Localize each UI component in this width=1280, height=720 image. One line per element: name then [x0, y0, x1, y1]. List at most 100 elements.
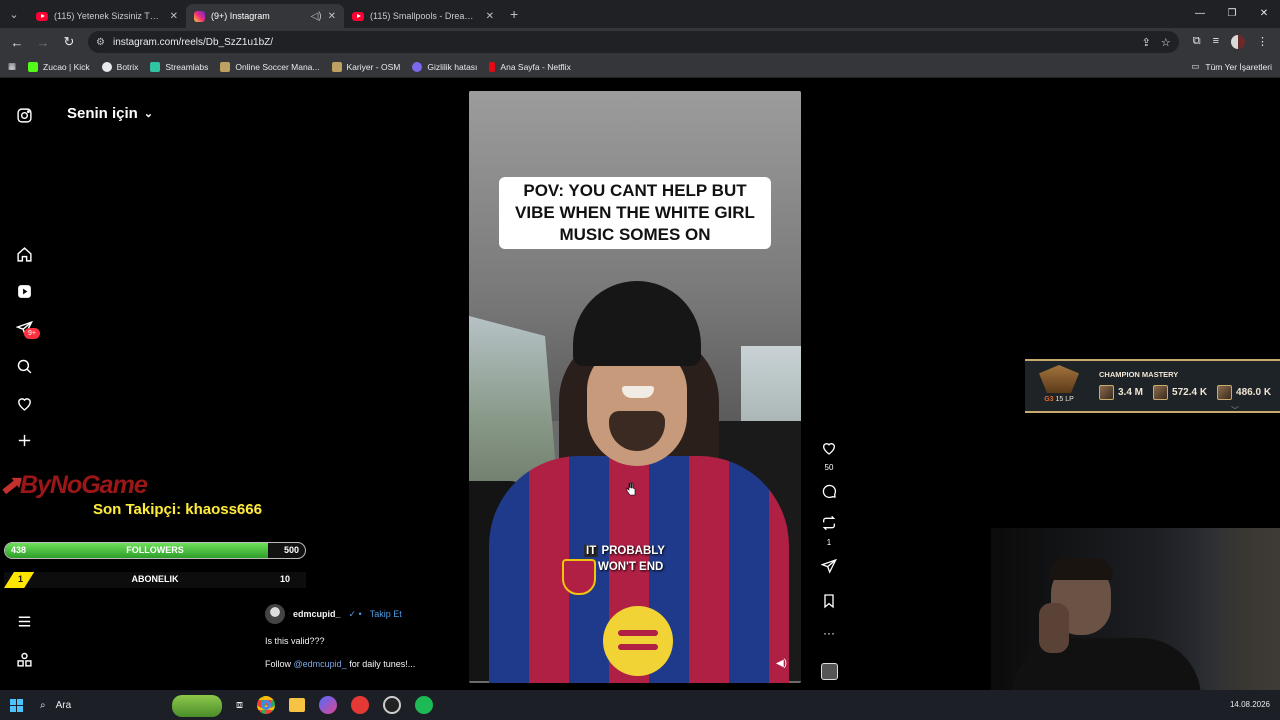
tab-label: (9+) Instagram: [211, 11, 270, 21]
clock-date: 14.08.2026: [1229, 700, 1270, 709]
send-icon: [820, 558, 837, 574]
rank-emblem: G3 15 LP: [1033, 365, 1085, 409]
author-name[interactable]: edmcupid_: [293, 609, 341, 619]
close-tab-icon[interactable]: ✕: [486, 11, 494, 22]
bynogame-brand: ByNoGame: [19, 471, 148, 499]
video-caption: POV: YOU CANT HELP BUT VIBE WHEN THE WHI…: [499, 177, 771, 249]
search-icon[interactable]: [14, 356, 34, 376]
bookmark-label: Zucao | Kick: [43, 61, 90, 72]
more-options-icon[interactable]: ···: [815, 626, 843, 640]
tab-label: (115) Smallpools - Dreaming (O: [370, 11, 480, 21]
feed-selector[interactable]: Senin için ⌄: [67, 105, 153, 122]
media-controls-icon[interactable]: ≡: [1213, 35, 1219, 49]
bookmark-item[interactable]: Online Soccer Mana...: [220, 61, 320, 72]
rank-tier: G3: [1044, 396, 1054, 403]
more-menu-icon[interactable]: [14, 611, 34, 631]
tab-label: (115) Yetenek Sizsiniz Türkiye'ni: [54, 11, 164, 21]
caption-mention-link[interactable]: @edmcupid_: [294, 659, 347, 669]
create-plus-icon[interactable]: [14, 430, 34, 450]
volume-icon[interactable]: ◀): [776, 658, 787, 669]
instagram-logo-icon[interactable]: [14, 105, 34, 125]
windows-taskbar: ⌕ Ara ⧈ 14.08.2026: [0, 690, 1280, 720]
mastery-points: 486.0 K: [1236, 387, 1272, 398]
instagram-icon: [194, 10, 205, 22]
bookmark-item[interactable]: Kariyer - OSM: [331, 61, 400, 72]
menu-dots-icon[interactable]: ⋮: [1257, 35, 1268, 49]
share-button[interactable]: [815, 558, 843, 579]
netflix-icon: [489, 61, 496, 72]
profile-avatar[interactable]: [1231, 35, 1245, 49]
repost-button[interactable]: 1: [815, 515, 843, 547]
forward-arrow-icon[interactable]: →: [32, 31, 54, 53]
close-tab-icon[interactable]: ✕: [170, 11, 178, 22]
repost-count: 1: [826, 538, 832, 547]
red-app-icon[interactable]: [351, 696, 369, 714]
heart-icon: [822, 443, 836, 455]
tab-search-button[interactable]: ⌄: [0, 0, 28, 28]
bookmark-item[interactable]: Streamlabs: [150, 61, 208, 72]
mastery-points: 572.4 K: [1172, 387, 1208, 398]
spotify-icon[interactable]: [415, 696, 433, 714]
back-arrow-icon[interactable]: ←: [6, 31, 28, 53]
notifications-heart-icon[interactable]: [14, 393, 34, 413]
like-button[interactable]: 50: [815, 440, 843, 472]
mastery-entry: 3.4 M: [1099, 385, 1143, 400]
start-button[interactable]: [0, 698, 32, 712]
author-avatar[interactable]: [265, 604, 285, 624]
tab-instagram[interactable]: (9+) Instagram ◁) ✕: [186, 4, 344, 28]
obs-icon[interactable]: [383, 696, 401, 714]
url-field[interactable]: ⚙ instagram.com/reels/Db_SzZ1u1bZ/ ⇪ ☆: [88, 31, 1179, 53]
messenger-icon[interactable]: [319, 696, 337, 714]
address-bar-row: ← → ↻ ⚙ instagram.com/reels/Db_SzZ1u1bZ/…: [0, 28, 1280, 56]
install-app-icon[interactable]: ⇪: [1142, 36, 1151, 49]
audio-track-thumbnail[interactable]: [821, 663, 838, 680]
speaker-icon[interactable]: ◁): [311, 11, 322, 22]
taskbar-apps: ⧈: [236, 696, 433, 714]
reels-icon[interactable]: [14, 281, 34, 301]
mastery-values: 3.4 M 572.4 K 486.0 K: [1099, 385, 1271, 400]
reload-icon[interactable]: ↻: [58, 31, 80, 53]
tab-youtube-smallpools[interactable]: (115) Smallpools - Dreaming (O ✕: [344, 4, 502, 28]
window-controls: — ❐ ✕: [1184, 0, 1280, 28]
last-follower-text: Son Takipçi: khaoss666: [93, 501, 262, 518]
extensions-icon[interactable]: ⧉: [1193, 35, 1201, 49]
chevron-down-icon: ﹀: [1231, 406, 1239, 415]
site-info-icon[interactable]: ⚙: [96, 37, 105, 48]
also-from-meta-icon[interactable]: [14, 649, 34, 669]
apps-grid-icon[interactable]: ▦: [8, 61, 16, 72]
followers-goal: 500: [283, 545, 299, 555]
folder-icon: ▭: [1191, 61, 1200, 71]
subtitle-line-2: WON'T END: [598, 561, 664, 573]
chrome-icon[interactable]: [257, 696, 275, 714]
tab-youtube-yetenek[interactable]: (115) Yetenek Sizsiniz Türkiye'ni ✕: [28, 4, 186, 28]
bookmark-item[interactable]: Ana Sayfa - Netflix: [489, 61, 571, 72]
search-icon: ⌕: [40, 699, 46, 711]
save-button[interactable]: [815, 593, 843, 614]
minimize-icon[interactable]: —: [1184, 0, 1216, 28]
close-window-icon[interactable]: ✕: [1248, 0, 1280, 28]
home-icon[interactable]: [14, 244, 34, 264]
search-highlight-icon: [172, 695, 222, 717]
bookmark-item[interactable]: Botrix: [101, 61, 138, 72]
notification-badge: 9+: [24, 328, 40, 339]
close-tab-icon[interactable]: ✕: [328, 11, 336, 22]
osm-icon: [220, 61, 231, 72]
follow-button[interactable]: Takip Et: [370, 609, 402, 619]
taskbar-clock[interactable]: 14.08.2026: [1230, 700, 1280, 710]
reel-video[interactable]: POV: YOU CANT HELP BUT VIBE WHEN THE WHI…: [469, 91, 801, 683]
browser-tab-bar: ⌄ (115) Yetenek Sizsiniz Türkiye'ni ✕ (9…: [0, 0, 1280, 28]
new-tab-button[interactable]: +: [502, 6, 526, 22]
comment-icon: [822, 484, 837, 499]
hand-cursor-icon: [626, 482, 636, 496]
subscription-goal: 10: [279, 574, 290, 584]
restore-icon[interactable]: ❐: [1216, 0, 1248, 28]
comment-button[interactable]: [815, 483, 843, 504]
bookmark-item[interactable]: Zucao | Kick: [28, 61, 90, 72]
sponsor-logo: [603, 606, 673, 676]
all-bookmarks-folder[interactable]: ▭ Tüm Yer İşaretleri: [1191, 61, 1272, 72]
bookmark-item[interactable]: Gizlilik hatası: [412, 61, 477, 72]
taskbar-search[interactable]: ⌕ Ara: [32, 693, 222, 717]
task-view-icon[interactable]: ⧈: [236, 699, 243, 712]
bookmark-star-icon[interactable]: ☆: [1161, 36, 1171, 49]
file-explorer-icon[interactable]: [289, 698, 305, 712]
